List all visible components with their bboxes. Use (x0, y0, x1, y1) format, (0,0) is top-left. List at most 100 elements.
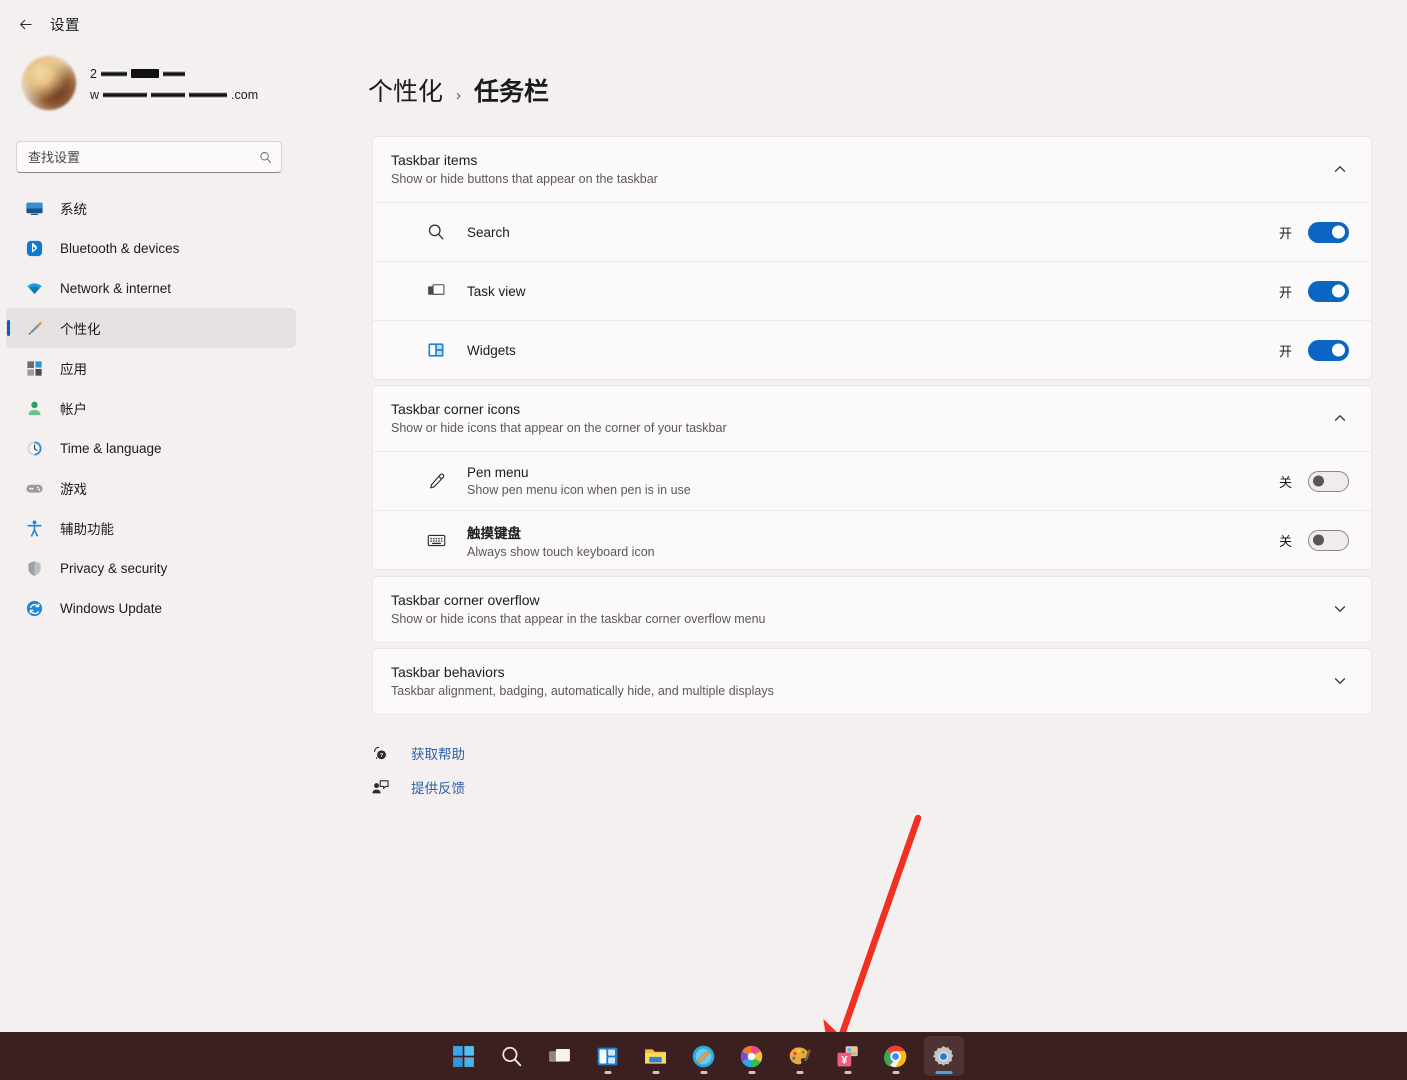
paint-icon (787, 1044, 812, 1069)
sidebar-nav: 系统 Bluetooth & devices (0, 188, 310, 628)
title-bar: 设置 (0, 0, 1407, 48)
redaction-bar (163, 70, 185, 78)
taskbar-running-indicator (604, 1071, 611, 1074)
row-title: Task view (467, 284, 1279, 299)
profile-name-prefix: 2 (90, 67, 97, 81)
update-icon (24, 598, 44, 618)
section-title: Taskbar corner icons (391, 401, 727, 417)
settings-icon (931, 1044, 956, 1069)
row-subtitle: Always show touch keyboard icon (467, 545, 1279, 559)
taskbar-search-button[interactable] (492, 1036, 532, 1076)
redaction-bar (189, 91, 227, 99)
sidebar-item-network-internet[interactable]: Network & internet (6, 268, 296, 308)
setting-row-task-view[interactable]: Task view 开 (373, 261, 1371, 320)
setting-row-touch-keyboard[interactable]: 触摸键盘 Always show touch keyboard icon 关 (373, 510, 1371, 569)
svg-text:¥: ¥ (841, 1054, 848, 1066)
row-control: 关 (1279, 530, 1349, 551)
row-text: Widgets (467, 343, 1279, 358)
section-taskbar-behaviors[interactable]: Taskbar behaviors Taskbar alignment, bad… (372, 648, 1372, 715)
toggle-state-label: 开 (1279, 341, 1292, 360)
main-content: 个性化 › 任务栏 Taskbar items Show or hide but… (340, 48, 1407, 1080)
personalization-icon (24, 318, 44, 338)
windows-taskbar: ¥ (0, 1032, 1407, 1080)
setting-row-pen-menu[interactable]: Pen menu Show pen menu icon when pen is … (373, 451, 1371, 510)
sidebar-item-bluetooth-devices[interactable]: Bluetooth & devices (6, 228, 296, 268)
toggle-widgets[interactable] (1308, 340, 1349, 361)
search-icon (499, 1044, 524, 1069)
sidebar-item-personalization[interactable]: 个性化 (6, 308, 296, 348)
keyboard-icon (425, 529, 447, 551)
chevron-down-icon[interactable] (1331, 600, 1349, 618)
clock-icon (24, 438, 44, 458)
section-taskbar-corner-overflow[interactable]: Taskbar corner overflow Show or hide ico… (372, 576, 1372, 643)
setting-row-widgets[interactable]: Widgets 开 (373, 320, 1371, 379)
taskbar-task-view-button[interactable] (540, 1036, 580, 1076)
taskbar-paint-button[interactable] (780, 1036, 820, 1076)
section-subtitle: Show or hide icons that appear in the ta… (391, 612, 766, 626)
sidebar-item-gaming[interactable]: 游戏 (6, 468, 296, 508)
toggle-touch-keyboard[interactable] (1308, 530, 1349, 551)
svg-text:?: ? (379, 752, 383, 758)
sidebar-item-label: Windows Update (60, 601, 162, 616)
toggle-pen-menu[interactable] (1308, 471, 1349, 492)
avatar (22, 56, 76, 110)
taskbar-start-button[interactable] (444, 1036, 484, 1076)
section-header[interactable]: Taskbar corner overflow Show or hide ico… (373, 577, 1371, 642)
sidebar-item-privacy-security[interactable]: Privacy & security (6, 548, 296, 588)
toggle-search[interactable] (1308, 222, 1349, 243)
sidebar-item-label: Privacy & security (60, 561, 167, 576)
pen-icon (425, 470, 447, 492)
sidebar: 2 w .com (0, 48, 310, 1080)
sidebar-item-apps[interactable]: 应用 (6, 348, 296, 388)
back-button[interactable] (10, 10, 40, 38)
widgets-icon (595, 1044, 620, 1069)
task-view-icon (425, 280, 447, 302)
file-explorer-icon (643, 1044, 668, 1069)
taskbar-chrome-canary-button[interactable] (732, 1036, 772, 1076)
taskbar-chrome-button[interactable] (876, 1036, 916, 1076)
row-text: 触摸键盘 Always show touch keyboard icon (467, 522, 1279, 559)
taskbar-widgets-button[interactable] (588, 1036, 628, 1076)
setting-row-search[interactable]: Search 开 (373, 202, 1371, 261)
bluetooth-icon (24, 238, 44, 258)
chevron-up-icon[interactable] (1331, 160, 1349, 178)
taskbar-running-indicator (748, 1071, 755, 1074)
row-control: 开 (1279, 340, 1349, 361)
sidebar-item-windows-update[interactable]: Windows Update (6, 588, 296, 628)
taskbar-yen-app-button[interactable]: ¥ (828, 1036, 868, 1076)
breadcrumb-parent[interactable]: 个性化 (368, 72, 443, 108)
taskbar-file-explorer-button[interactable] (636, 1036, 676, 1076)
section-header[interactable]: Taskbar behaviors Taskbar alignment, bad… (373, 649, 1371, 714)
sidebar-item-system[interactable]: 系统 (6, 188, 296, 228)
user-profile[interactable]: 2 w .com (22, 56, 258, 110)
section-title: Taskbar items (391, 152, 658, 168)
section-header[interactable]: Taskbar corner icons Show or hide icons … (373, 386, 1371, 451)
section-taskbar-corner-icons: Taskbar corner icons Show or hide icons … (372, 385, 1372, 570)
sidebar-item-label: 个性化 (60, 318, 101, 338)
help-icon: ? (370, 743, 390, 763)
chevron-down-icon[interactable] (1331, 672, 1349, 690)
toggle-task-view[interactable] (1308, 281, 1349, 302)
sidebar-item-accessibility[interactable]: 辅助功能 (6, 508, 296, 548)
row-text: Task view (467, 284, 1279, 299)
breadcrumb: 个性化 › 任务栏 (368, 72, 549, 108)
row-title: Widgets (467, 343, 1279, 358)
chevron-up-icon[interactable] (1331, 409, 1349, 427)
get-help-link[interactable]: ? 获取帮助 (370, 736, 465, 770)
taskbar-running-indicator (844, 1071, 851, 1074)
redaction-bar (103, 91, 147, 99)
profile-email-suffix: .com (231, 88, 258, 102)
taskbar-edge-button[interactable] (684, 1036, 724, 1076)
chrome-canary-icon (739, 1044, 764, 1069)
give-feedback-link[interactable]: 提供反馈 (370, 770, 465, 804)
settings-window: 设置 2 w .com (0, 0, 1407, 1080)
section-header[interactable]: Taskbar items Show or hide buttons that … (373, 137, 1371, 202)
sidebar-item-accounts[interactable]: 帐户 (6, 388, 296, 428)
taskbar-settings-button[interactable] (924, 1036, 964, 1076)
yen-app-icon: ¥ (835, 1044, 860, 1069)
search-settings-box[interactable] (16, 141, 282, 173)
sidebar-item-time-language[interactable]: Time & language (6, 428, 296, 468)
search-input[interactable] (28, 150, 258, 165)
link-label: 提供反馈 (411, 777, 465, 797)
task-view-icon (547, 1044, 572, 1069)
